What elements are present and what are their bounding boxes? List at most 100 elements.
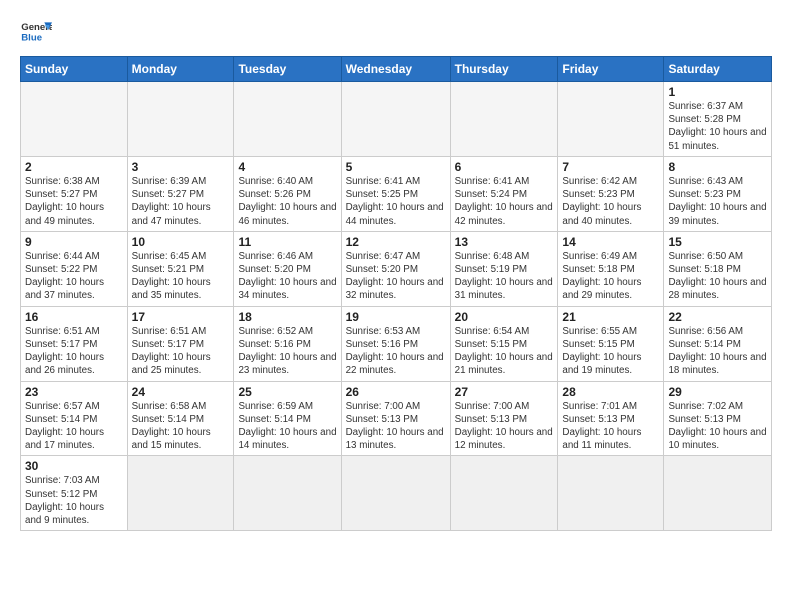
table-row <box>127 82 234 157</box>
day-info: Sunrise: 6:38 AM Sunset: 5:27 PM Dayligh… <box>25 175 123 228</box>
day-info: Sunrise: 6:59 AM Sunset: 5:14 PM Dayligh… <box>238 400 336 453</box>
table-row: 2Sunrise: 6:38 AM Sunset: 5:27 PM Daylig… <box>21 156 128 231</box>
day-number: 22 <box>668 310 767 324</box>
day-info: Sunrise: 6:45 AM Sunset: 5:21 PM Dayligh… <box>132 250 230 303</box>
week-row-4: 16Sunrise: 6:51 AM Sunset: 5:17 PM Dayli… <box>21 306 772 381</box>
table-row: 21Sunrise: 6:55 AM Sunset: 5:15 PM Dayli… <box>558 306 664 381</box>
table-row <box>21 82 128 157</box>
day-info: Sunrise: 6:55 AM Sunset: 5:15 PM Dayligh… <box>562 325 659 378</box>
day-info: Sunrise: 6:41 AM Sunset: 5:24 PM Dayligh… <box>455 175 554 228</box>
table-row: 19Sunrise: 6:53 AM Sunset: 5:16 PM Dayli… <box>341 306 450 381</box>
table-row: 26Sunrise: 7:00 AM Sunset: 5:13 PM Dayli… <box>341 381 450 456</box>
day-number: 13 <box>455 235 554 249</box>
day-number: 23 <box>25 385 123 399</box>
table-row <box>341 456 450 531</box>
table-row: 7Sunrise: 6:42 AM Sunset: 5:23 PM Daylig… <box>558 156 664 231</box>
table-row: 25Sunrise: 6:59 AM Sunset: 5:14 PM Dayli… <box>234 381 341 456</box>
table-row: 18Sunrise: 6:52 AM Sunset: 5:16 PM Dayli… <box>234 306 341 381</box>
day-info: Sunrise: 7:02 AM Sunset: 5:13 PM Dayligh… <box>668 400 767 453</box>
day-number: 14 <box>562 235 659 249</box>
weekday-tuesday: Tuesday <box>234 57 341 82</box>
week-row-1: 1Sunrise: 6:37 AM Sunset: 5:28 PM Daylig… <box>21 82 772 157</box>
day-number: 26 <box>346 385 446 399</box>
day-number: 10 <box>132 235 230 249</box>
table-row: 20Sunrise: 6:54 AM Sunset: 5:15 PM Dayli… <box>450 306 558 381</box>
weekday-friday: Friday <box>558 57 664 82</box>
table-row <box>558 456 664 531</box>
table-row <box>450 456 558 531</box>
table-row <box>234 456 341 531</box>
table-row <box>127 456 234 531</box>
day-number: 25 <box>238 385 336 399</box>
weekday-wednesday: Wednesday <box>341 57 450 82</box>
day-number: 19 <box>346 310 446 324</box>
page: General Blue SundayMondayTuesdayWednesda… <box>0 0 792 541</box>
day-number: 15 <box>668 235 767 249</box>
logo: General Blue <box>20 16 52 48</box>
day-number: 16 <box>25 310 123 324</box>
svg-text:Blue: Blue <box>21 32 42 43</box>
day-number: 3 <box>132 160 230 174</box>
day-info: Sunrise: 6:54 AM Sunset: 5:15 PM Dayligh… <box>455 325 554 378</box>
day-info: Sunrise: 6:40 AM Sunset: 5:26 PM Dayligh… <box>238 175 336 228</box>
day-number: 18 <box>238 310 336 324</box>
day-number: 7 <box>562 160 659 174</box>
table-row: 27Sunrise: 7:00 AM Sunset: 5:13 PM Dayli… <box>450 381 558 456</box>
day-info: Sunrise: 6:46 AM Sunset: 5:20 PM Dayligh… <box>238 250 336 303</box>
day-number: 6 <box>455 160 554 174</box>
table-row: 23Sunrise: 6:57 AM Sunset: 5:14 PM Dayli… <box>21 381 128 456</box>
day-info: Sunrise: 6:51 AM Sunset: 5:17 PM Dayligh… <box>25 325 123 378</box>
day-number: 20 <box>455 310 554 324</box>
table-row: 9Sunrise: 6:44 AM Sunset: 5:22 PM Daylig… <box>21 231 128 306</box>
day-info: Sunrise: 6:52 AM Sunset: 5:16 PM Dayligh… <box>238 325 336 378</box>
week-row-2: 2Sunrise: 6:38 AM Sunset: 5:27 PM Daylig… <box>21 156 772 231</box>
logo-icon: General Blue <box>20 16 52 48</box>
table-row: 28Sunrise: 7:01 AM Sunset: 5:13 PM Dayli… <box>558 381 664 456</box>
table-row <box>234 82 341 157</box>
table-row: 12Sunrise: 6:47 AM Sunset: 5:20 PM Dayli… <box>341 231 450 306</box>
day-info: Sunrise: 6:50 AM Sunset: 5:18 PM Dayligh… <box>668 250 767 303</box>
weekday-thursday: Thursday <box>450 57 558 82</box>
table-row: 4Sunrise: 6:40 AM Sunset: 5:26 PM Daylig… <box>234 156 341 231</box>
day-info: Sunrise: 7:00 AM Sunset: 5:13 PM Dayligh… <box>455 400 554 453</box>
day-info: Sunrise: 7:01 AM Sunset: 5:13 PM Dayligh… <box>562 400 659 453</box>
day-info: Sunrise: 6:37 AM Sunset: 5:28 PM Dayligh… <box>668 100 767 153</box>
table-row: 15Sunrise: 6:50 AM Sunset: 5:18 PM Dayli… <box>664 231 772 306</box>
day-info: Sunrise: 6:47 AM Sunset: 5:20 PM Dayligh… <box>346 250 446 303</box>
day-number: 8 <box>668 160 767 174</box>
day-info: Sunrise: 6:39 AM Sunset: 5:27 PM Dayligh… <box>132 175 230 228</box>
day-info: Sunrise: 7:00 AM Sunset: 5:13 PM Dayligh… <box>346 400 446 453</box>
weekday-header-row: SundayMondayTuesdayWednesdayThursdayFrid… <box>21 57 772 82</box>
day-info: Sunrise: 6:56 AM Sunset: 5:14 PM Dayligh… <box>668 325 767 378</box>
week-row-6: 30Sunrise: 7:03 AM Sunset: 5:12 PM Dayli… <box>21 456 772 531</box>
calendar: SundayMondayTuesdayWednesdayThursdayFrid… <box>20 56 772 531</box>
table-row: 13Sunrise: 6:48 AM Sunset: 5:19 PM Dayli… <box>450 231 558 306</box>
day-info: Sunrise: 6:53 AM Sunset: 5:16 PM Dayligh… <box>346 325 446 378</box>
weekday-sunday: Sunday <box>21 57 128 82</box>
day-info: Sunrise: 6:51 AM Sunset: 5:17 PM Dayligh… <box>132 325 230 378</box>
table-row: 1Sunrise: 6:37 AM Sunset: 5:28 PM Daylig… <box>664 82 772 157</box>
table-row <box>341 82 450 157</box>
header: General Blue <box>20 16 772 48</box>
day-info: Sunrise: 6:48 AM Sunset: 5:19 PM Dayligh… <box>455 250 554 303</box>
day-number: 21 <box>562 310 659 324</box>
day-number: 1 <box>668 85 767 99</box>
day-number: 5 <box>346 160 446 174</box>
week-row-3: 9Sunrise: 6:44 AM Sunset: 5:22 PM Daylig… <box>21 231 772 306</box>
day-number: 30 <box>25 459 123 473</box>
weekday-saturday: Saturday <box>664 57 772 82</box>
day-number: 17 <box>132 310 230 324</box>
day-number: 28 <box>562 385 659 399</box>
table-row: 10Sunrise: 6:45 AM Sunset: 5:21 PM Dayli… <box>127 231 234 306</box>
day-number: 2 <box>25 160 123 174</box>
table-row <box>450 82 558 157</box>
day-number: 29 <box>668 385 767 399</box>
table-row <box>558 82 664 157</box>
table-row: 16Sunrise: 6:51 AM Sunset: 5:17 PM Dayli… <box>21 306 128 381</box>
day-number: 9 <box>25 235 123 249</box>
table-row: 22Sunrise: 6:56 AM Sunset: 5:14 PM Dayli… <box>664 306 772 381</box>
day-number: 11 <box>238 235 336 249</box>
table-row: 17Sunrise: 6:51 AM Sunset: 5:17 PM Dayli… <box>127 306 234 381</box>
day-info: Sunrise: 6:43 AM Sunset: 5:23 PM Dayligh… <box>668 175 767 228</box>
day-info: Sunrise: 6:57 AM Sunset: 5:14 PM Dayligh… <box>25 400 123 453</box>
